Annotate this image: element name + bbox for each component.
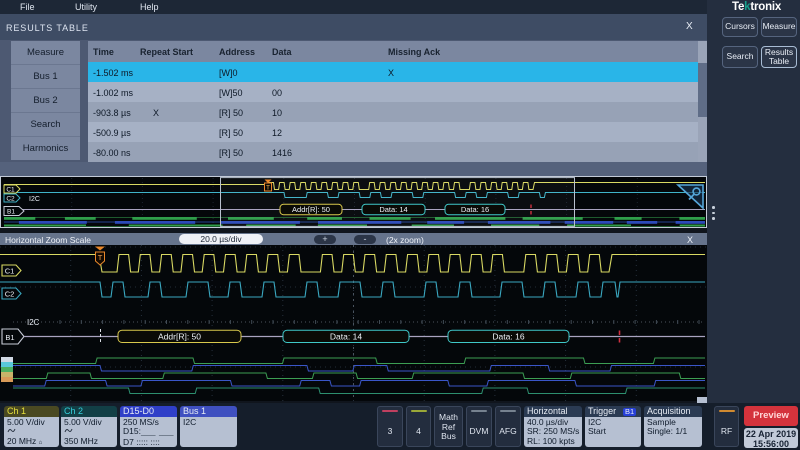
svg-text:B1: B1 [7,209,15,216]
svg-text:Data: 16: Data: 16 [461,205,489,214]
svg-text:Data: 14: Data: 14 [330,332,362,342]
svg-text:Data: 16: Data: 16 [492,332,524,342]
svg-text:C1: C1 [6,187,15,194]
svg-text:B1: B1 [5,333,14,342]
svg-text:T: T [266,185,270,192]
svg-text:Addr[R]: 50: Addr[R]: 50 [158,332,201,342]
svg-text:Addr[R]: 50: Addr[R]: 50 [292,205,330,214]
svg-text:I2C: I2C [29,196,40,203]
svg-text:C1: C1 [5,267,15,276]
svg-text:C2: C2 [6,196,15,203]
svg-text:C2: C2 [5,290,15,299]
svg-text:Data: 14: Data: 14 [379,205,407,214]
svg-text:T: T [98,253,103,262]
